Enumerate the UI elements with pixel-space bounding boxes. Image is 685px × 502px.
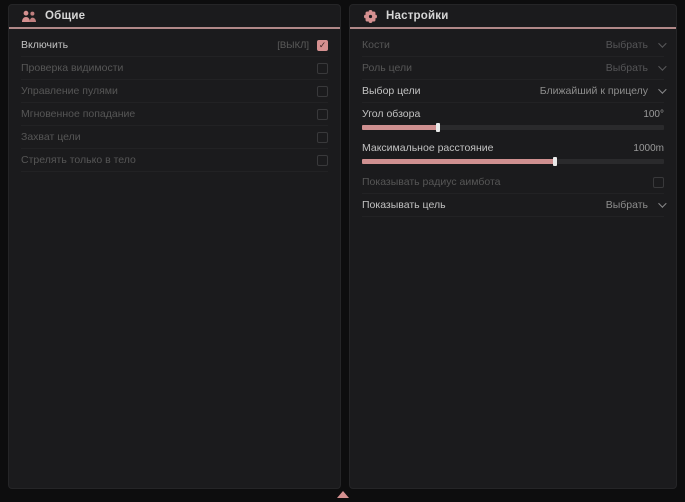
- target-lock-checkbox[interactable]: [317, 132, 328, 143]
- chevron-down-icon: [658, 85, 666, 93]
- row-show-target: Показывать цель Выбрать: [362, 194, 664, 217]
- users-icon: [21, 9, 37, 23]
- general-rows: Включить [ВЫКЛ] ✓ Проверка видимости Упр…: [9, 29, 340, 172]
- max-distance-slider-fill: [362, 159, 555, 164]
- max-distance-slider-group: Максимальное расстояние 1000m: [362, 137, 664, 164]
- bones-dropdown-value: Выбрать: [606, 39, 648, 51]
- row-target-lock-label: Захват цели: [21, 131, 81, 143]
- row-bullet-control: Управление пулями: [21, 80, 328, 103]
- enable-checkbox[interactable]: ✓: [317, 40, 328, 51]
- row-bullet-control-label: Управление пулями: [21, 85, 118, 97]
- max-distance-value: 1000m: [633, 143, 664, 154]
- scroll-up-indicator[interactable]: [337, 491, 349, 498]
- row-show-radius-label: Показывать радиус аимбота: [362, 176, 501, 188]
- row-target-role: Роль цели Выбрать: [362, 57, 664, 80]
- general-panel-title: Общие: [45, 10, 85, 22]
- bullet-control-checkbox[interactable]: [317, 86, 328, 97]
- row-instant-hit-label: Мгновенное попадание: [21, 108, 135, 120]
- show-target-dropdown[interactable]: Выбрать: [606, 199, 664, 211]
- chevron-down-icon: [658, 199, 666, 207]
- row-bones: Кости Выбрать: [362, 34, 664, 57]
- settings-panel-title: Настройки: [386, 10, 448, 22]
- general-panel-header: Общие: [9, 5, 340, 29]
- show-target-dropdown-value: Выбрать: [606, 199, 648, 211]
- instant-hit-checkbox[interactable]: [317, 109, 328, 120]
- fov-slider[interactable]: [362, 125, 664, 130]
- row-show-target-label: Показывать цель: [362, 199, 446, 211]
- fov-label: Угол обзора: [362, 108, 420, 120]
- row-target-selection: Выбор цели Ближайший к прицелу: [362, 80, 664, 103]
- fov-value: 100°: [643, 109, 664, 120]
- row-body-only-label: Стрелять только в тело: [21, 154, 136, 166]
- row-show-radius: Показывать радиус аимбота: [362, 171, 664, 194]
- max-distance-label: Максимальное расстояние: [362, 142, 493, 154]
- row-bones-label: Кости: [362, 39, 390, 51]
- settings-rows: Кости Выбрать Роль цели Выбрать Выбор це…: [350, 29, 676, 217]
- row-visibility-check: Проверка видимости: [21, 57, 328, 80]
- target-selection-dropdown[interactable]: Ближайший к прицелу: [540, 85, 664, 97]
- target-selection-dropdown-value: Ближайший к прицелу: [540, 85, 648, 97]
- visibility-check-checkbox[interactable]: [317, 63, 328, 74]
- row-visibility-check-label: Проверка видимости: [21, 62, 123, 74]
- row-instant-hit: Мгновенное попадание: [21, 103, 328, 126]
- row-enable: Включить [ВЫКЛ] ✓: [21, 34, 328, 57]
- fov-slider-handle[interactable]: [436, 123, 440, 132]
- target-role-dropdown-value: Выбрать: [606, 62, 648, 74]
- row-target-lock: Захват цели: [21, 126, 328, 149]
- body-only-checkbox[interactable]: [317, 155, 328, 166]
- row-enable-label: Включить: [21, 39, 68, 51]
- settings-panel-header: Настройки: [350, 5, 676, 29]
- row-target-selection-label: Выбор цели: [362, 85, 421, 97]
- chevron-down-icon: [658, 62, 666, 70]
- max-distance-slider[interactable]: [362, 159, 664, 164]
- keybind-hint: [ВЫКЛ]: [277, 40, 309, 51]
- bones-dropdown[interactable]: Выбрать: [606, 39, 664, 51]
- show-radius-checkbox[interactable]: [653, 177, 664, 188]
- fov-slider-group: Угол обзора 100°: [362, 103, 664, 130]
- chevron-down-icon: [658, 39, 666, 47]
- row-target-role-label: Роль цели: [362, 62, 412, 74]
- settings-panel: Настройки Кости Выбрать Роль цели Выбрат…: [349, 4, 677, 489]
- gear-icon: [362, 9, 378, 23]
- general-panel: Общие Включить [ВЫКЛ] ✓ Проверка видимос…: [8, 4, 341, 489]
- max-distance-slider-handle[interactable]: [553, 157, 557, 166]
- target-role-dropdown[interactable]: Выбрать: [606, 62, 664, 74]
- fov-slider-fill: [362, 125, 438, 130]
- row-body-only: Стрелять только в тело: [21, 149, 328, 172]
